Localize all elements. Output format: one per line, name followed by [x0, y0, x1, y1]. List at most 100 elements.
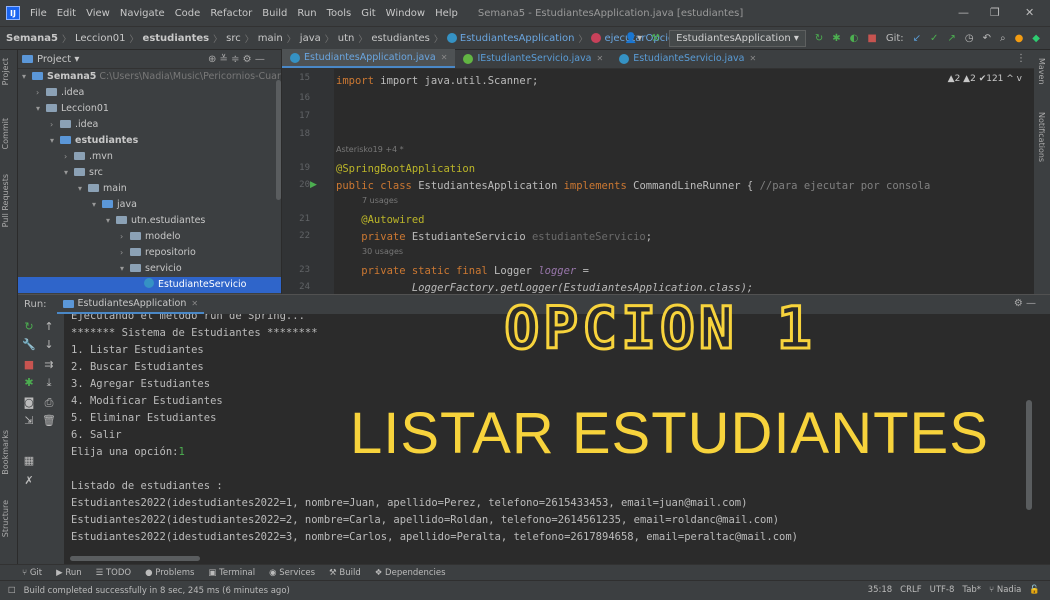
- debug-icon[interactable]: ✱: [22, 376, 36, 389]
- pin-icon[interactable]: ✗: [22, 474, 36, 487]
- console-vertical-scrollbar[interactable]: [1026, 400, 1032, 510]
- trash-icon[interactable]: 🗑: [42, 414, 56, 427]
- history-icon[interactable]: ◷: [965, 33, 974, 44]
- menu-git[interactable]: Git: [361, 8, 375, 19]
- tree-item-selected[interactable]: EstudianteServicio: [18, 277, 281, 293]
- menu-tools[interactable]: Tools: [327, 8, 352, 19]
- git-branch[interactable]: ⑂ Nadia: [989, 585, 1021, 595]
- more-tabs-icon[interactable]: ⋮: [1016, 53, 1026, 64]
- side-tab-pull-requests[interactable]: Pull Requests: [1, 174, 10, 227]
- panel-actions-icon[interactable]: ⊕ ≚ ≑ ⚙ —: [208, 54, 265, 65]
- line-separator[interactable]: CRLF: [900, 585, 921, 595]
- tree-item[interactable]: ▾ estudiantes: [18, 133, 281, 149]
- close-tab-icon[interactable]: ✕: [597, 54, 604, 63]
- tree-item[interactable]: ▾ main: [18, 181, 281, 197]
- crumb-main[interactable]: main: [258, 33, 283, 44]
- bottom-tab-services[interactable]: ◉ Services: [269, 568, 315, 578]
- lock-icon[interactable]: 🔓: [1029, 585, 1040, 595]
- console-horizontal-scrollbar[interactable]: [70, 556, 200, 561]
- indent-setting[interactable]: Tab*: [962, 585, 981, 595]
- bottom-tab-problems[interactable]: ● Problems: [145, 568, 194, 578]
- menu-window[interactable]: Window: [386, 8, 425, 19]
- tree-item[interactable]: ▾ Semana5 C:\Users\Nadia\Music\Pericornio…: [18, 69, 281, 85]
- crumb-class[interactable]: EstudiantesApplication: [460, 33, 575, 44]
- rollback-icon[interactable]: ↶: [983, 33, 991, 44]
- crumb-src[interactable]: src: [226, 33, 241, 44]
- side-tab-bookmarks[interactable]: Bookmarks: [1, 430, 10, 475]
- tab-iestudiante-servicio[interactable]: IEstudianteServicio.java ✕: [455, 49, 611, 68]
- camera-icon[interactable]: ◙: [22, 396, 36, 409]
- close-button[interactable]: ✕: [1025, 6, 1034, 19]
- side-tab-structure[interactable]: Structure: [1, 500, 10, 537]
- menu-build[interactable]: Build: [262, 8, 287, 19]
- crumb-submodule[interactable]: estudiantes: [143, 33, 210, 44]
- menu-code[interactable]: Code: [175, 8, 201, 19]
- tab-estudiantes-application[interactable]: EstudiantesApplication.java ✕: [282, 49, 456, 68]
- status-window-icon[interactable]: ☐: [8, 586, 16, 596]
- tree-item[interactable]: ▾ java: [18, 197, 281, 213]
- bottom-tab-terminal[interactable]: ▣ Terminal: [208, 568, 255, 578]
- git-push-icon[interactable]: ↗: [947, 33, 955, 44]
- layout-icon[interactable]: ▦: [22, 454, 36, 467]
- tree-item[interactable]: › .mvn: [18, 149, 281, 165]
- maximize-button[interactable]: ❐: [990, 6, 1000, 19]
- exit-icon[interactable]: ⇲: [22, 414, 36, 427]
- author-hint[interactable]: Asterisko19 +4 *: [336, 145, 404, 154]
- bottom-tab-build[interactable]: ⚒ Build: [329, 568, 361, 578]
- crumb-module[interactable]: Leccion01: [75, 33, 126, 44]
- plugin-icon[interactable]: ◆: [1032, 33, 1040, 44]
- side-tab-project[interactable]: Project: [1, 58, 10, 85]
- menu-run[interactable]: Run: [297, 8, 316, 19]
- tab-estudiante-servicio[interactable]: EstudianteServicio.java ✕: [611, 49, 764, 68]
- file-encoding[interactable]: UTF-8: [930, 585, 955, 595]
- menu-navigate[interactable]: Navigate: [120, 8, 165, 19]
- code-editor[interactable]: ▲2 ▲2 ✔121 ^ v 15 import import java.uti…: [282, 69, 1034, 294]
- scroll-to-end-icon[interactable]: ⤓: [42, 376, 56, 390]
- tree-item[interactable]: › .idea: [18, 85, 281, 101]
- menu-help[interactable]: Help: [435, 8, 458, 19]
- status-message[interactable]: Build completed successfully in 8 sec, 2…: [24, 586, 290, 596]
- git-update-icon[interactable]: ↙: [913, 33, 921, 44]
- side-tab-notifications[interactable]: Notifications: [1037, 112, 1046, 162]
- bottom-tab-todo[interactable]: ☰ TODO: [96, 568, 131, 578]
- debug-icon[interactable]: ✱: [832, 33, 840, 44]
- menu-file[interactable]: File: [30, 8, 47, 19]
- tree-item[interactable]: ▾ utn.estudiantes: [18, 213, 281, 229]
- print-icon[interactable]: ⎙: [42, 396, 56, 410]
- side-tab-maven[interactable]: Maven: [1037, 58, 1046, 85]
- hammer-icon[interactable]: ⚒: [651, 33, 660, 44]
- bottom-tab-dependencies[interactable]: ❖ Dependencies: [375, 568, 446, 578]
- menu-refactor[interactable]: Refactor: [210, 8, 252, 19]
- tree-item[interactable]: › modelo: [18, 229, 281, 245]
- menu-edit[interactable]: Edit: [57, 8, 76, 19]
- rerun-icon[interactable]: ↻: [815, 33, 823, 44]
- project-view-select[interactable]: Project ▾: [37, 54, 79, 65]
- coverage-icon[interactable]: ◐: [850, 33, 859, 44]
- git-commit-icon[interactable]: ✓: [930, 33, 938, 44]
- tree-item[interactable]: ▾ servicio: [18, 261, 281, 277]
- crumb-utn[interactable]: utn: [338, 33, 355, 44]
- bottom-tab-run[interactable]: ▶ Run: [56, 568, 82, 578]
- usages-hint[interactable]: 30 usages: [362, 247, 403, 256]
- user-icon[interactable]: 👤▾: [625, 33, 642, 44]
- crumb-estudiantes[interactable]: estudiantes: [371, 33, 430, 44]
- minimize-button[interactable]: —: [958, 6, 969, 19]
- project-scrollbar[interactable]: [276, 80, 281, 200]
- tree-item[interactable]: › repositorio: [18, 245, 281, 261]
- crumb-project[interactable]: Semana5: [6, 33, 58, 44]
- stop-icon[interactable]: ■: [867, 33, 876, 44]
- tree-item[interactable]: ▾ Leccion01: [18, 101, 281, 117]
- caret-position[interactable]: 35:18: [868, 585, 893, 595]
- run-configuration-select[interactable]: EstudiantesApplication ▾: [669, 30, 806, 47]
- menu-view[interactable]: View: [86, 8, 110, 19]
- updates-icon[interactable]: ●: [1015, 33, 1024, 44]
- side-tab-commit[interactable]: Commit: [1, 118, 10, 149]
- crumb-java[interactable]: java: [300, 33, 321, 44]
- close-tab-icon[interactable]: ✕: [441, 53, 448, 62]
- search-icon[interactable]: ⌕: [1000, 33, 1006, 44]
- bottom-tab-git[interactable]: ⑂ Git: [22, 568, 42, 578]
- tree-item[interactable]: › .idea: [18, 117, 281, 133]
- tree-item[interactable]: ▾ src: [18, 165, 281, 181]
- usages-hint[interactable]: 7 usages: [362, 196, 398, 205]
- run-gutter-icon[interactable]: ▶: [310, 180, 317, 190]
